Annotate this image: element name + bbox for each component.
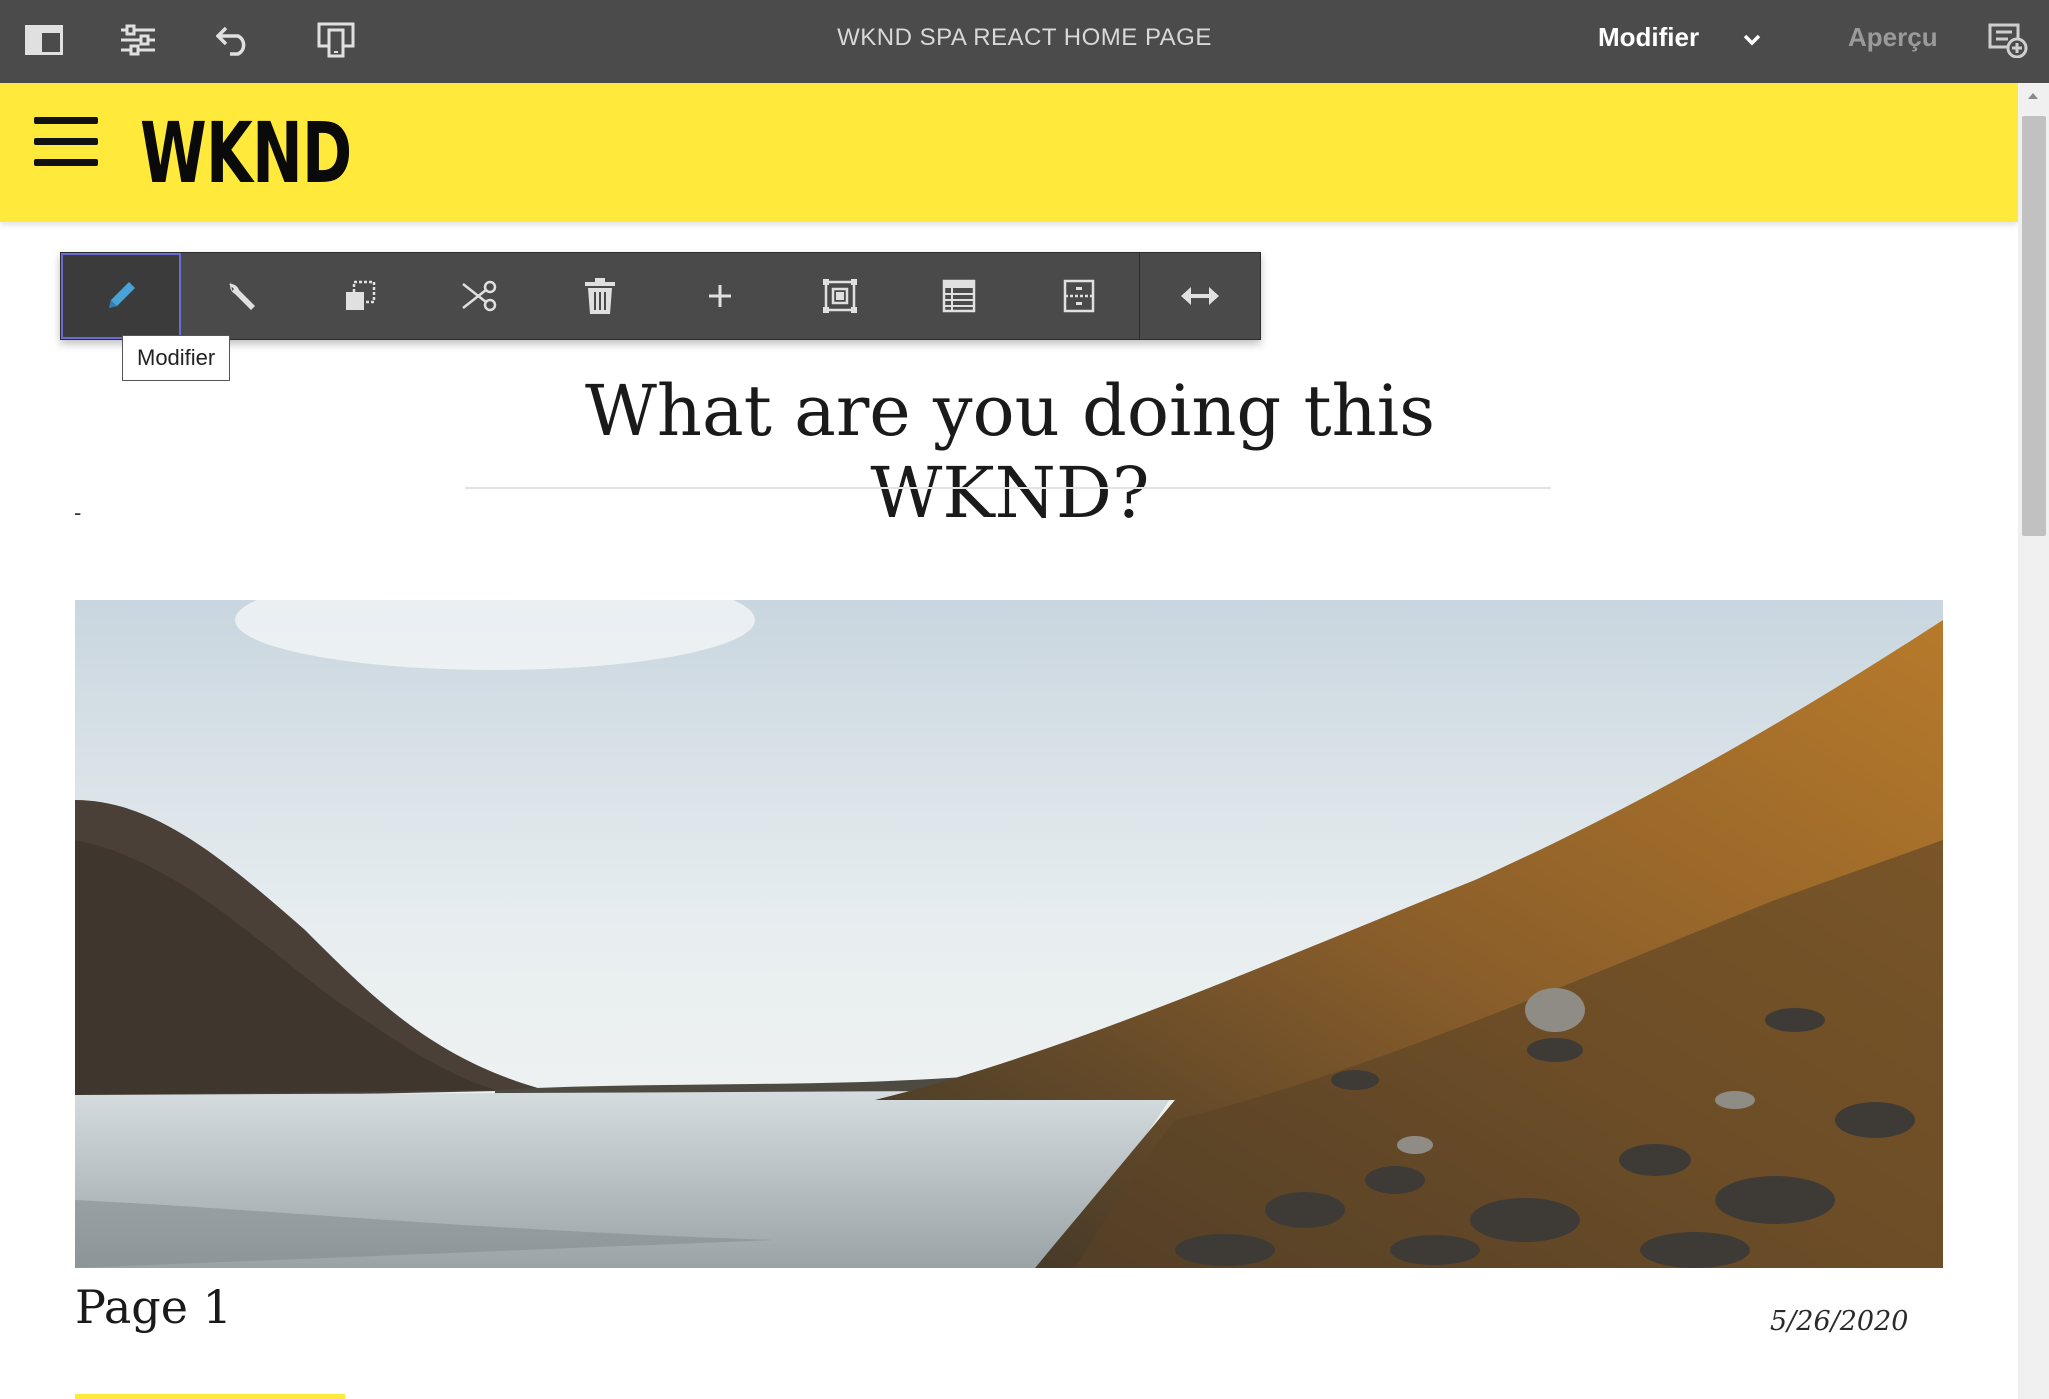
vertical-scrollbar[interactable] xyxy=(2018,83,2049,1399)
site-logo[interactable]: WKND xyxy=(140,103,352,203)
chevron-down-icon[interactable] xyxy=(1738,26,1766,54)
separator-text: - xyxy=(74,500,82,525)
layout-button[interactable] xyxy=(900,253,1020,339)
copy-button[interactable] xyxy=(301,253,421,339)
tooltip: Modifier xyxy=(122,335,231,381)
scroll-up-icon[interactable] xyxy=(2026,89,2040,103)
select-parent-icon xyxy=(822,279,857,313)
wrench-icon xyxy=(228,282,255,310)
page-properties-icon[interactable] xyxy=(116,18,160,62)
arrows-horizontal-icon xyxy=(1181,287,1220,305)
delete-button[interactable] xyxy=(540,253,660,339)
menu-icon[interactable] xyxy=(34,115,100,169)
preview-button[interactable]: Aperçu xyxy=(1848,22,1938,53)
title-divider xyxy=(465,487,1551,489)
select-parent-button[interactable] xyxy=(780,253,900,339)
component-toolbar xyxy=(60,252,1261,340)
trash-icon xyxy=(585,278,616,314)
side-panel-icon[interactable] xyxy=(22,18,66,62)
plus-icon xyxy=(708,285,731,307)
resize-button[interactable] xyxy=(1140,253,1260,339)
table-icon xyxy=(943,279,976,313)
configure-button[interactable] xyxy=(181,253,301,339)
group-icon xyxy=(1064,279,1095,313)
page-heading: What are you doing this WKND? xyxy=(584,370,1436,534)
site-header: WKND xyxy=(0,83,2018,222)
emulator-icon[interactable] xyxy=(314,18,358,62)
cut-button[interactable] xyxy=(420,253,540,339)
insert-button[interactable] xyxy=(660,253,780,339)
pencil-icon xyxy=(108,282,135,308)
card-title[interactable]: Page 1 xyxy=(75,1280,232,1334)
edit-button[interactable] xyxy=(61,253,181,339)
accent-bar xyxy=(75,1394,345,1399)
scrollbar-thumb[interactable] xyxy=(2022,116,2046,536)
annotations-icon[interactable] xyxy=(1986,18,2030,62)
hero-image[interactable] xyxy=(75,600,1943,1268)
mode-selector[interactable]: Modifier xyxy=(1598,22,1699,53)
group-button[interactable] xyxy=(1019,253,1139,339)
editor-top-bar: WKND SPA REACT HOME PAGE Modifier Aperçu xyxy=(0,0,2049,83)
copy-icon xyxy=(346,280,376,310)
undo-icon[interactable] xyxy=(212,18,256,62)
card-date: 5/26/2020 xyxy=(1770,1306,1909,1337)
scissors-icon xyxy=(462,280,497,312)
